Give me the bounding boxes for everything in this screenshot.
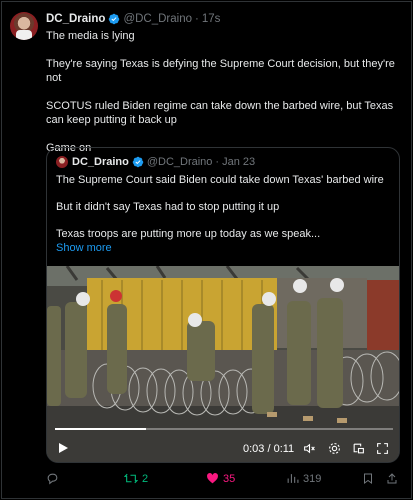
repost-button[interactable]: 2	[124, 472, 148, 485]
bookmark-button[interactable]	[362, 472, 374, 485]
video-player[interactable]: 0:03 / 0:11	[47, 266, 399, 462]
quote-separator: ·	[215, 156, 220, 168]
author-avatar[interactable]	[10, 12, 38, 40]
repost-count: 2	[142, 472, 149, 485]
header-separator: ·	[195, 13, 199, 25]
reply-icon	[47, 473, 58, 485]
video-progress-bar[interactable]	[55, 428, 393, 430]
tweet-line: They're saying Texas is defying the Supr…	[46, 58, 395, 84]
fullscreen-icon[interactable]	[376, 442, 389, 455]
like-icon	[207, 473, 218, 484]
quote-author-name: DC_Draino	[72, 156, 129, 168]
video-frame	[47, 266, 399, 462]
reply-button[interactable]	[46, 472, 59, 485]
share-icon	[387, 473, 397, 484]
tweet-line: The media is lying	[46, 30, 135, 42]
verified-icon	[109, 13, 120, 25]
repost-icon	[124, 473, 138, 484]
view-count: 319	[303, 472, 322, 485]
quote-date: Jan 23	[222, 156, 256, 168]
verified-icon	[132, 156, 144, 168]
views-button[interactable]: 319	[286, 472, 321, 485]
quoted-tweet[interactable]: DC_Draino @DC_Draino · Jan 23 The Suprem…	[46, 147, 400, 463]
author-handle[interactable]: @DC_Draino	[123, 12, 192, 26]
views-icon	[287, 474, 299, 483]
play-icon[interactable]	[57, 442, 69, 454]
quote-header: DC_Draino @DC_Draino · Jan 23	[72, 155, 255, 169]
like-count: 35	[223, 472, 236, 485]
bookmark-icon	[364, 473, 372, 484]
quote-author-handle: @DC_Draino	[146, 156, 213, 168]
like-button[interactable]: 35	[206, 472, 235, 485]
settings-icon[interactable]	[328, 442, 341, 455]
quote-line: Texas troops are putting more up today a…	[56, 228, 321, 240]
tweet-header: DC_Draino @DC_Draino · 17s	[46, 12, 220, 26]
tweet-line: SCOTUS ruled Biden regime can take down …	[46, 100, 394, 126]
author-name[interactable]: DC_Draino	[46, 12, 105, 26]
show-more-link[interactable]: Show more	[56, 242, 112, 254]
video-time: 0:03 / 0:11	[243, 443, 295, 455]
tweet-actions: 2 35 319	[46, 470, 404, 490]
share-button[interactable]	[386, 472, 398, 485]
quote-line: But it didn't say Texas had to stop putt…	[56, 201, 280, 213]
quote-line: The Supreme Court said Biden could take …	[56, 174, 384, 186]
tweet-time[interactable]: 17s	[202, 12, 221, 26]
quote-avatar	[56, 156, 68, 168]
pip-icon[interactable]	[352, 442, 365, 455]
volume-mute-icon[interactable]	[303, 442, 316, 455]
